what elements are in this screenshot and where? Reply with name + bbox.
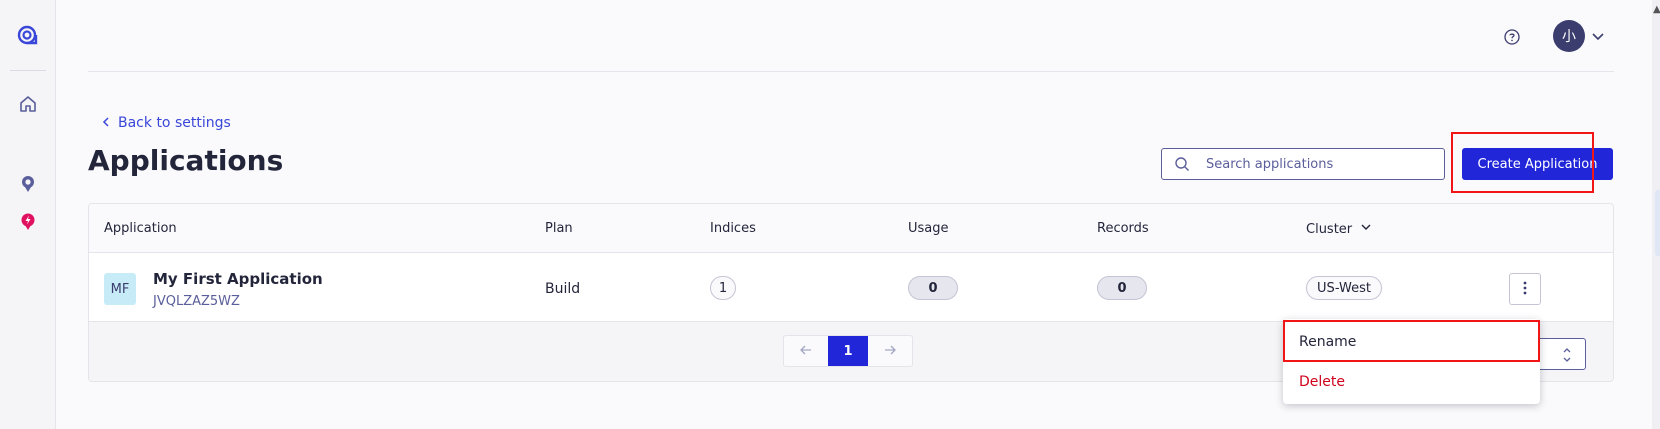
app-id: JVQLZAZ5WZ bbox=[153, 294, 240, 309]
next-page-button[interactable] bbox=[868, 336, 912, 366]
search-icon bbox=[1162, 149, 1202, 179]
row-actions-button[interactable] bbox=[1509, 273, 1541, 305]
back-to-settings-link[interactable]: Back to settings bbox=[102, 115, 231, 131]
scroll-up-icon[interactable]: ▲ bbox=[1653, 4, 1660, 15]
rename-highlight bbox=[1283, 320, 1540, 362]
sidebar bbox=[0, 0, 56, 429]
chevron-down-icon bbox=[1360, 221, 1372, 237]
column-header: Cluster bbox=[1306, 221, 1353, 237]
cluster-badge: US-West bbox=[1306, 276, 1382, 300]
page-title: Applications bbox=[88, 144, 284, 177]
bolt-pin-icon[interactable] bbox=[16, 210, 40, 234]
create-button-highlight bbox=[1451, 132, 1594, 193]
menu-item-delete[interactable]: Delete bbox=[1299, 374, 1345, 390]
cluster-column-sort[interactable]: Cluster bbox=[1306, 221, 1372, 237]
help-circle-icon[interactable] bbox=[1501, 26, 1523, 48]
column-header: Records bbox=[1097, 221, 1149, 236]
chevron-down-icon[interactable] bbox=[1590, 28, 1606, 44]
search-box[interactable] bbox=[1161, 148, 1445, 180]
indices-count: 1 bbox=[710, 276, 736, 300]
home-icon[interactable] bbox=[16, 92, 40, 116]
side-panel-handle[interactable] bbox=[1655, 190, 1660, 256]
search-pin-icon[interactable] bbox=[16, 172, 40, 196]
sidebar-divider bbox=[10, 70, 46, 71]
column-header: Plan bbox=[545, 221, 573, 236]
pagination: 1 bbox=[783, 335, 913, 367]
more-vertical-icon bbox=[1523, 280, 1527, 299]
app-name[interactable]: My First Application bbox=[153, 270, 323, 288]
algolia-logo-icon[interactable] bbox=[16, 24, 40, 48]
page-button-current[interactable]: 1 bbox=[828, 336, 868, 366]
column-header: Usage bbox=[908, 221, 949, 236]
chevron-left-icon bbox=[102, 115, 110, 131]
arrow-right-icon bbox=[884, 344, 896, 359]
search-input[interactable] bbox=[1206, 156, 1436, 172]
records-value: 0 bbox=[1097, 276, 1147, 300]
column-header: Application bbox=[104, 221, 177, 236]
avatar[interactable]: 小 bbox=[1553, 20, 1585, 52]
column-header: Indices bbox=[710, 221, 756, 236]
table-row[interactable]: MF My First Application JVQLZAZ5WZ Build… bbox=[89, 253, 1613, 322]
prev-page-button[interactable] bbox=[784, 336, 828, 366]
usage-value: 0 bbox=[908, 276, 958, 300]
arrow-left-icon bbox=[800, 344, 812, 359]
select-arrows-icon bbox=[1561, 345, 1573, 365]
app-initials-badge: MF bbox=[104, 273, 136, 305]
back-link-label: Back to settings bbox=[118, 115, 231, 131]
topbar-divider bbox=[88, 71, 1614, 72]
app-plan: Build bbox=[545, 281, 581, 297]
table-header: Application Plan Indices Usage Records C… bbox=[89, 204, 1613, 253]
